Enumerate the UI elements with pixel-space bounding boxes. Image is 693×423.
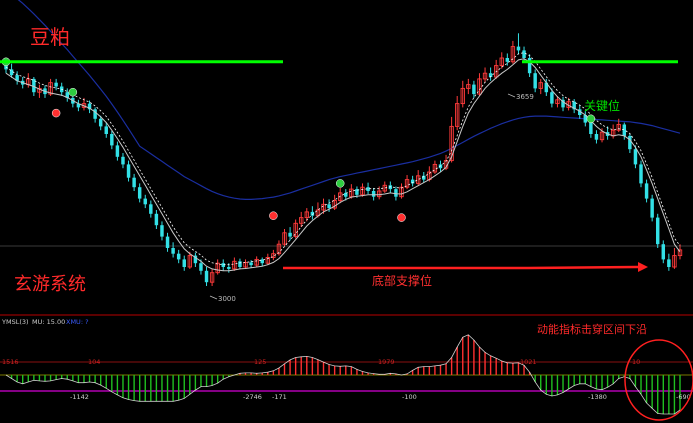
oscillator-peak-label: 125	[254, 358, 266, 366]
support-label: 底部支撑位	[372, 273, 432, 288]
candle-body	[288, 232, 292, 237]
candle-body	[199, 263, 203, 271]
candle-body	[661, 244, 666, 260]
oscillator-peak-label: 1021	[520, 358, 537, 366]
candle-body	[160, 225, 164, 237]
candle-body	[527, 58, 532, 74]
candle-body	[594, 134, 599, 140]
indicator-field-mu: MU: 15.00	[32, 318, 65, 326]
candle-body	[249, 262, 253, 266]
oscillator-peak-label: 104	[88, 358, 100, 366]
candle-body	[98, 118, 103, 127]
oscillator-trough-label: -1142	[70, 393, 89, 401]
candle-body	[667, 259, 671, 267]
candle-body	[550, 92, 554, 104]
oscillator-peak-label: 1516	[2, 358, 19, 366]
candle-body	[344, 192, 348, 197]
candle-body	[104, 126, 108, 134]
candle-body	[137, 187, 142, 199]
sell-signal-marker	[269, 211, 278, 220]
candle-body	[472, 84, 476, 95]
buy-signal-marker	[68, 87, 78, 97]
candle-body	[655, 217, 660, 245]
candle-body	[371, 191, 376, 197]
candle-body	[505, 58, 510, 62]
candle-body	[522, 50, 526, 58]
candle-body	[622, 124, 627, 136]
candle-body	[176, 253, 181, 260]
candle-body	[115, 145, 120, 157]
system-name: 玄游系统	[14, 274, 86, 295]
candle-body	[227, 267, 231, 269]
candle-body	[204, 270, 209, 283]
oscillator-trough-label: -1380	[588, 393, 607, 401]
candle-body	[516, 46, 521, 51]
buy-signal-marker	[335, 179, 345, 188]
candle-body	[154, 213, 159, 226]
oscillator-annotation: 动能指标击穿区间下沿	[537, 322, 647, 336]
candle-body	[126, 164, 131, 178]
oscillator-peak-label: 1979	[378, 358, 395, 366]
candle-body	[650, 198, 654, 218]
trading-chart: 豆粕 玄游系统 关键位 底部支撑位 3659 3000 YMSL(3) MU: …	[0, 0, 693, 423]
candle-body	[633, 149, 638, 165]
chart-background	[0, 0, 693, 423]
price-high-label: 3659	[516, 93, 534, 101]
candle-body	[182, 259, 186, 267]
candle-body	[628, 135, 632, 150]
candle-body	[589, 122, 593, 134]
oscillator-trough-label: -2746	[243, 393, 262, 401]
candle-body	[121, 156, 125, 165]
candle-body	[533, 73, 537, 89]
candle-body	[394, 189, 398, 197]
candle-body	[143, 198, 147, 205]
oscillator-trough-label: -100	[402, 393, 417, 401]
oscillator-trough-label: -171	[272, 393, 287, 401]
key-level-label: 关键位	[584, 98, 620, 113]
sell-signal-marker	[51, 108, 61, 118]
indicator-field-xmu: XMU: ?	[66, 318, 89, 326]
price-low-label: 3000	[218, 295, 236, 303]
symbol-name: 豆粕	[30, 25, 70, 49]
candle-body	[149, 204, 153, 214]
candle-body	[165, 236, 170, 248]
indicator-name: YMSL(3)	[1, 318, 29, 326]
sell-signal-marker	[397, 213, 406, 222]
candle-body	[54, 82, 58, 87]
buy-signal-marker	[586, 114, 596, 124]
candle-body	[639, 164, 643, 184]
oscillator-peak-label: 10	[632, 358, 640, 366]
candle-body	[644, 183, 649, 199]
candle-body	[327, 204, 331, 209]
support-arrow-shaft	[527, 265, 641, 270]
candle-body	[110, 134, 114, 146]
candle-body	[171, 248, 175, 254]
candle-body	[132, 177, 136, 188]
candle-body	[238, 261, 242, 267]
